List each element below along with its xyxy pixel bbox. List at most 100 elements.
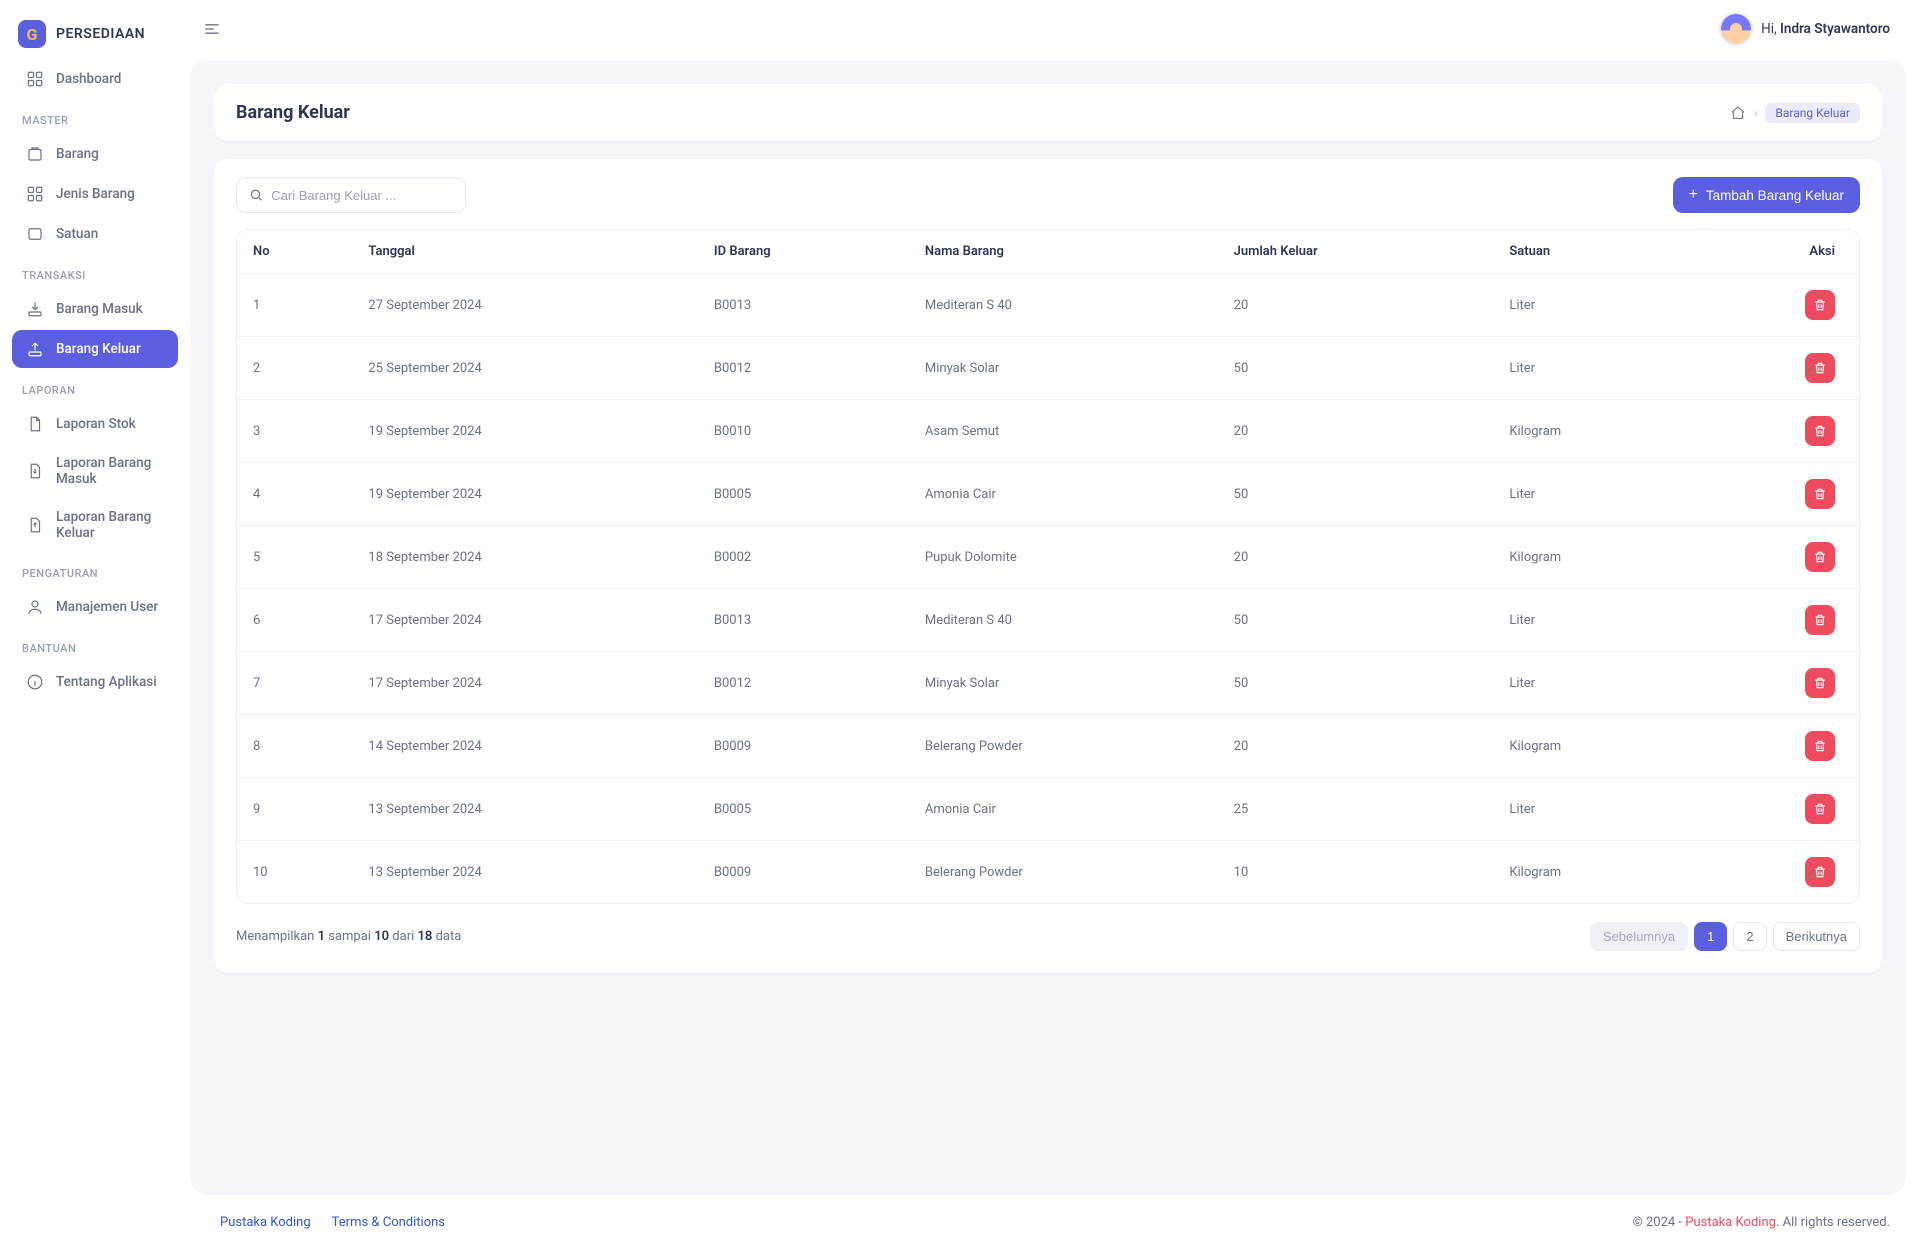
- cell-id-barang: B0005: [698, 463, 909, 526]
- cell-no: 1: [237, 274, 352, 337]
- cell-jumlah: 50: [1218, 463, 1494, 526]
- box-icon: [26, 145, 44, 163]
- sidebar-item-barang-masuk[interactable]: Barang Masuk: [12, 290, 178, 328]
- topbar: Hi, Indra Styawantoro: [190, 0, 1920, 50]
- sidebar-item-label: Barang Keluar: [56, 341, 141, 357]
- data-card: + Tambah Barang Keluar No Tanggal ID Bar…: [214, 159, 1882, 973]
- cell-aksi: [1693, 526, 1859, 589]
- delete-button[interactable]: [1805, 857, 1835, 887]
- search-box[interactable]: [236, 177, 466, 213]
- breadcrumb: › Barang Keluar: [1730, 103, 1860, 123]
- cell-aksi: [1693, 841, 1859, 904]
- add-button[interactable]: + Tambah Barang Keluar: [1673, 177, 1860, 213]
- home-icon[interactable]: [1730, 105, 1746, 121]
- cell-id-barang: B0012: [698, 652, 909, 715]
- sidebar-item-label: Laporan Stok: [56, 416, 136, 432]
- sidebar-item-laporan-keluar[interactable]: Laporan Barang Keluar: [12, 499, 178, 551]
- cell-jumlah: 50: [1218, 652, 1494, 715]
- delete-button[interactable]: [1805, 479, 1835, 509]
- sidebar-item-manajemen-user[interactable]: Manajemen User: [12, 588, 178, 626]
- pager-page[interactable]: 2: [1733, 922, 1766, 951]
- cell-nama-barang: Mediteran S 40: [909, 589, 1218, 652]
- cell-aksi: [1693, 400, 1859, 463]
- delete-button[interactable]: [1805, 668, 1835, 698]
- sidebar-item-laporan-stok[interactable]: Laporan Stok: [12, 405, 178, 443]
- cell-tanggal: 25 September 2024: [352, 337, 697, 400]
- brand-name: PERSEDIAAN: [56, 26, 145, 42]
- footer-link-terms[interactable]: Terms & Conditions: [332, 1215, 445, 1230]
- cell-jumlah: 20: [1218, 715, 1494, 778]
- cell-nama-barang: Minyak Solar: [909, 337, 1218, 400]
- delete-button[interactable]: [1805, 290, 1835, 320]
- delete-button[interactable]: [1805, 542, 1835, 572]
- cell-tanggal: 18 September 2024: [352, 526, 697, 589]
- footer-brand[interactable]: Pustaka Koding: [1685, 1215, 1776, 1230]
- th-nama-barang: Nama Barang: [909, 230, 1218, 274]
- sidebar: G PERSEDIAAN Dashboard MASTER Barang Jen…: [0, 0, 190, 1250]
- trash-icon: [1813, 802, 1827, 816]
- cell-satuan: Liter: [1493, 778, 1692, 841]
- delete-button[interactable]: [1805, 353, 1835, 383]
- sidebar-item-label: Barang: [56, 146, 99, 162]
- cell-jumlah: 20: [1218, 526, 1494, 589]
- pagination: Sebelumnya12Berikutnya: [1590, 922, 1860, 951]
- cell-aksi: [1693, 274, 1859, 337]
- user-menu[interactable]: Hi, Indra Styawantoro: [1721, 14, 1890, 44]
- pagination-summary: Menampilkan 1 sampai 10 dari 18 data: [236, 929, 461, 944]
- trash-icon: [1813, 613, 1827, 627]
- delete-button[interactable]: [1805, 416, 1835, 446]
- sidebar-item-jenis-barang[interactable]: Jenis Barang: [12, 175, 178, 213]
- sidebar-item-satuan[interactable]: Satuan: [12, 215, 178, 253]
- table-row: 1013 September 2024B0009Belerang Powder1…: [237, 841, 1859, 904]
- cell-id-barang: B0013: [698, 589, 909, 652]
- nav-section-bantuan: BANTUAN: [8, 628, 182, 661]
- trash-icon: [1813, 676, 1827, 690]
- delete-button[interactable]: [1805, 731, 1835, 761]
- pager-page[interactable]: 1: [1694, 922, 1727, 951]
- footer-link-pustaka[interactable]: Pustaka Koding: [220, 1215, 311, 1230]
- cell-nama-barang: Asam Semut: [909, 400, 1218, 463]
- cell-no: 10: [237, 841, 352, 904]
- cell-aksi: [1693, 337, 1859, 400]
- table-row: 717 September 2024B0012Minyak Solar50Lit…: [237, 652, 1859, 715]
- cell-satuan: Liter: [1493, 652, 1692, 715]
- footer-links: Pustaka Koding Terms & Conditions: [220, 1215, 463, 1230]
- sidebar-item-label: Tentang Aplikasi: [56, 674, 157, 690]
- cell-no: 5: [237, 526, 352, 589]
- sidebar-item-tentang[interactable]: Tentang Aplikasi: [12, 663, 178, 701]
- sidebar-item-dashboard[interactable]: Dashboard: [12, 60, 178, 98]
- breadcrumb-current: Barang Keluar: [1765, 103, 1860, 123]
- file-in-icon: [26, 462, 44, 480]
- nav-section-pengaturan: PENGATURAN: [8, 553, 182, 586]
- pager-prev[interactable]: Sebelumnya: [1590, 922, 1688, 951]
- sidebar-item-barang-keluar[interactable]: Barang Keluar: [12, 330, 178, 368]
- toolbar: + Tambah Barang Keluar: [236, 177, 1860, 213]
- cell-tanggal: 17 September 2024: [352, 652, 697, 715]
- cell-no: 7: [237, 652, 352, 715]
- pager-next[interactable]: Berikutnya: [1773, 922, 1860, 951]
- brand-logo[interactable]: G PERSEDIAAN: [8, 14, 182, 58]
- table-row: 617 September 2024B0013Mediteran S 4050L…: [237, 589, 1859, 652]
- sidebar-item-label: Laporan Barang Keluar: [56, 509, 164, 541]
- cell-id-barang: B0010: [698, 400, 909, 463]
- cell-tanggal: 14 September 2024: [352, 715, 697, 778]
- th-no: No: [237, 230, 352, 274]
- sidebar-item-label: Laporan Barang Masuk: [56, 455, 164, 487]
- trash-icon: [1813, 739, 1827, 753]
- table-row: 225 September 2024B0012Minyak Solar50Lit…: [237, 337, 1859, 400]
- delete-button[interactable]: [1805, 794, 1835, 824]
- delete-button[interactable]: [1805, 605, 1835, 635]
- trash-icon: [1813, 298, 1827, 312]
- cell-nama-barang: Minyak Solar: [909, 652, 1218, 715]
- cell-id-barang: B0009: [698, 841, 909, 904]
- table-row: 419 September 2024B0005Amonia Cair50Lite…: [237, 463, 1859, 526]
- sidebar-item-barang[interactable]: Barang: [12, 135, 178, 173]
- cell-tanggal: 27 September 2024: [352, 274, 697, 337]
- sidebar-item-laporan-masuk[interactable]: Laporan Barang Masuk: [12, 445, 178, 497]
- search-input[interactable]: [271, 188, 453, 203]
- cell-nama-barang: Amonia Cair: [909, 463, 1218, 526]
- cell-no: 9: [237, 778, 352, 841]
- cell-jumlah: 50: [1218, 337, 1494, 400]
- menu-toggle[interactable]: [200, 17, 224, 41]
- grid-icon: [26, 70, 44, 88]
